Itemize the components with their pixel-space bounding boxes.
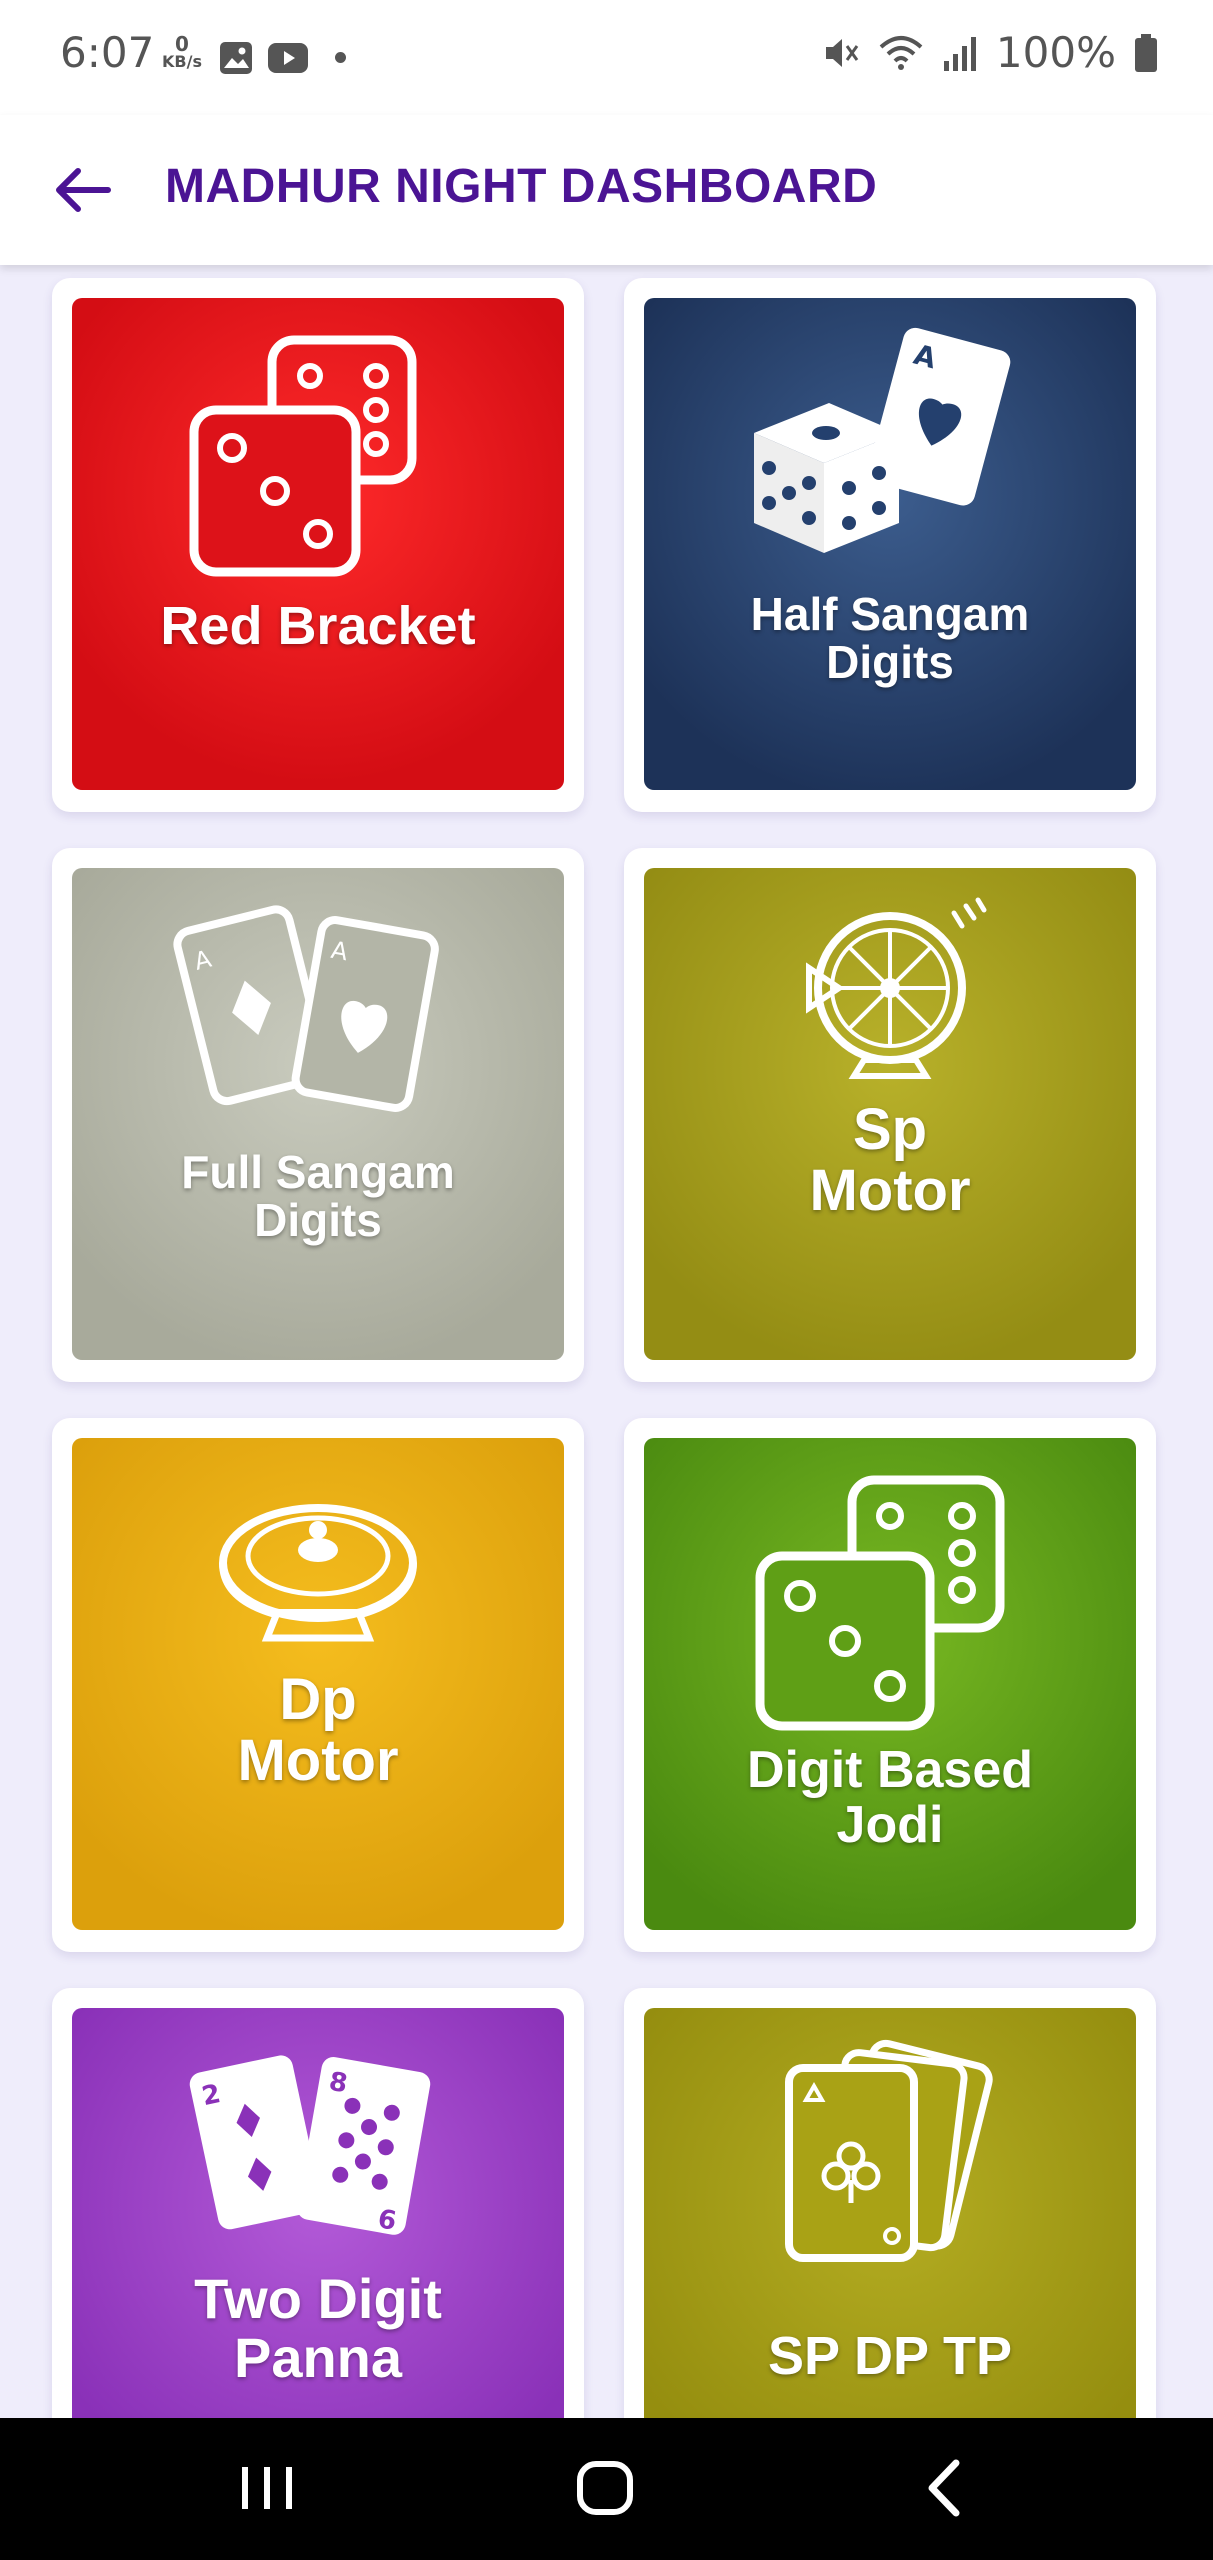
battery-percent: 100%: [995, 28, 1116, 77]
recent-apps-icon[interactable]: [222, 2453, 312, 2523]
digit-based-jodi-card[interactable]: Digit Based Jodi: [624, 1418, 1156, 1952]
page-title: MADHUR NIGHT DASHBOARD: [165, 160, 878, 213]
full-sangam-digits-label: Full Sangam Digits: [181, 1146, 455, 1247]
game-grid: Red Bracket A Half Sangam Digits A A Ful…: [0, 270, 1213, 2420]
half-sangam-digits-label: Half Sangam Digits: [750, 588, 1030, 689]
red-bracket-tile[interactable]: Red Bracket: [72, 298, 564, 790]
red-bracket-card[interactable]: Red Bracket: [52, 278, 584, 812]
back-arrow-icon[interactable]: [48, 155, 118, 225]
dp-motor-tile[interactable]: Dp Motor: [72, 1438, 564, 1930]
app-bar: MADHUR NIGHT DASHBOARD: [0, 115, 1213, 265]
sp-dp-tp-card[interactable]: SP DP TP: [624, 1988, 1156, 2420]
home-icon[interactable]: [560, 2453, 650, 2523]
sp-motor-tile[interactable]: Sp Motor: [644, 868, 1136, 1360]
red-bracket-label: Red Bracket: [160, 596, 476, 656]
network-speed-value: 0: [175, 32, 189, 56]
status-bar: 6:07 0 KB/s 100%: [0, 0, 1213, 115]
navigation-bar: [0, 2418, 1213, 2560]
full-sangam-digits-card[interactable]: A A Full Sangam Digits: [52, 848, 584, 1382]
youtube-icon: [268, 43, 308, 73]
sp-motor-label: Sp Motor: [809, 1097, 971, 1223]
battery-icon: [1135, 33, 1157, 72]
network-speed: 0 KB/s: [162, 32, 202, 71]
playing-cards-icon: A A: [173, 905, 439, 1112]
dp-motor-label: Dp Motor: [237, 1667, 399, 1793]
status-right: 100%: [820, 28, 1158, 77]
two-digit-panna-card[interactable]: 2 8 6 Two Digit Panna: [52, 1988, 584, 2420]
network-speed-unit: KB/s: [162, 52, 202, 71]
digit-based-jodi-tile[interactable]: Digit Based Jodi: [644, 1438, 1136, 1930]
sp-dp-tp-label: SP DP TP: [767, 2326, 1013, 2386]
svg-text:A: A: [191, 944, 214, 975]
wifi-icon: [879, 35, 923, 70]
full-sangam-digits-tile[interactable]: A A Full Sangam Digits: [72, 868, 564, 1360]
gallery-icon: [220, 42, 252, 74]
dot-icon: [335, 52, 346, 63]
dice-icon: [755, 1475, 1005, 1731]
back-nav-icon[interactable]: [900, 2453, 990, 2523]
dice-and-card-icon: A: [754, 327, 1011, 553]
half-sangam-digits-tile[interactable]: A Half Sangam Digits: [644, 298, 1136, 790]
sp-motor-card[interactable]: Sp Motor: [624, 848, 1156, 1382]
digit-based-jodi-label: Digit Based Jodi: [746, 1741, 1034, 1854]
dice-icon: [189, 335, 417, 577]
half-sangam-digits-card[interactable]: A Half Sangam Digits: [624, 278, 1156, 812]
sp-dp-tp-tile[interactable]: SP DP TP: [644, 2008, 1136, 2420]
signal-icon: [943, 36, 976, 71]
status-time: 6:07: [60, 28, 155, 77]
dp-motor-card[interactable]: Dp Motor: [52, 1418, 584, 1952]
mute-icon: [825, 38, 859, 67]
two-digit-panna-label: Two Digit Panna: [194, 2267, 442, 2389]
two-digit-panna-tile[interactable]: 2 8 6 Two Digit Panna: [72, 2008, 564, 2420]
